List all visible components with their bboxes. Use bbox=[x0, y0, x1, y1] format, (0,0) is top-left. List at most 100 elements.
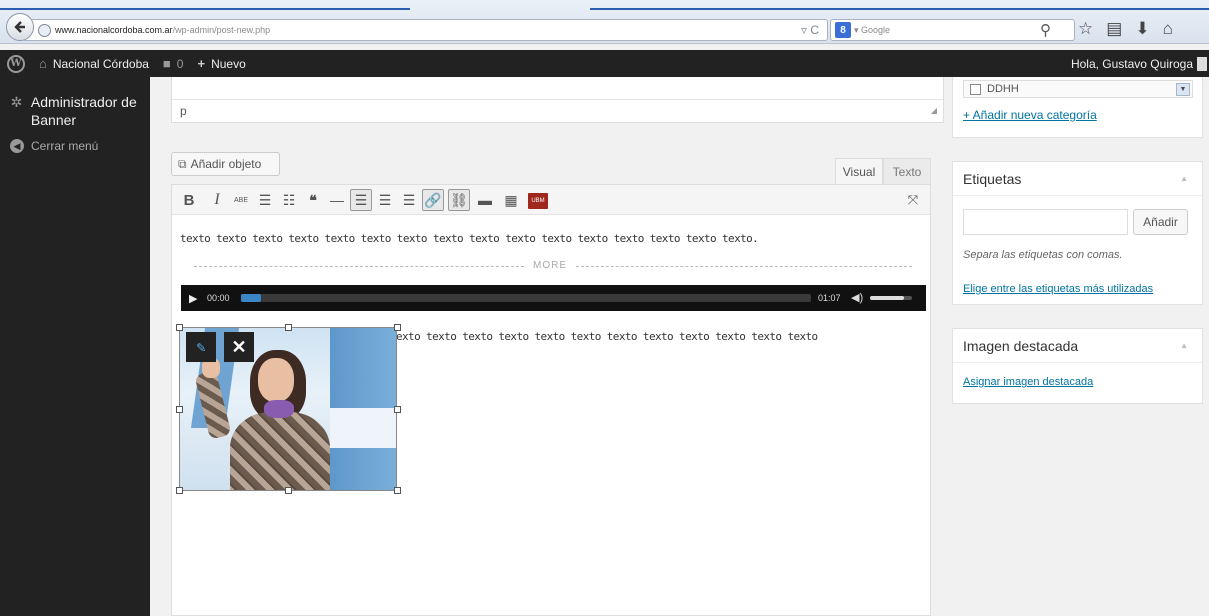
collapse-menu-label: Cerrar menú bbox=[31, 139, 99, 153]
url-bar[interactable]: www.nacionalcordoba.com.ar/wp-admin/post… bbox=[24, 19, 828, 41]
fullscreen-button[interactable]: ⤧ bbox=[902, 189, 924, 211]
ubm-plugin-button[interactable]: UBM bbox=[528, 193, 548, 209]
resize-handle-sw[interactable] bbox=[176, 487, 183, 494]
reload-icon[interactable]: ▿ C bbox=[801, 23, 819, 37]
new-label: Nuevo bbox=[211, 56, 246, 71]
image-person-scarf bbox=[264, 400, 294, 418]
url-path: /wp-admin/post-new.php bbox=[172, 25, 271, 35]
add-media-label: Añadir objeto bbox=[190, 157, 262, 171]
star-icon[interactable]: ☆ bbox=[1078, 19, 1093, 39]
pencil-icon: ✎ bbox=[196, 338, 206, 356]
search-engine-logo-icon[interactable]: 8 bbox=[835, 22, 851, 38]
excerpt-textarea[interactable]: p ◢ bbox=[172, 99, 943, 121]
resize-handle-se[interactable] bbox=[394, 487, 401, 494]
wp-logo-menu[interactable]: W bbox=[0, 50, 32, 77]
image-flag-stripe bbox=[330, 408, 396, 448]
image-person-coat bbox=[230, 412, 330, 490]
browser-nav-icons: ☆ ▤ ⬇ ⌂ bbox=[1078, 19, 1173, 39]
gear-icon: ✲ bbox=[10, 94, 23, 110]
tab-text[interactable]: Texto bbox=[883, 158, 931, 184]
tags-box-header[interactable]: Etiquetas ▲ bbox=[953, 162, 1202, 196]
set-featured-image-link[interactable]: Asignar imagen destacada bbox=[963, 376, 1093, 388]
download-icon[interactable]: ⬇ bbox=[1135, 19, 1149, 39]
resize-handle-nw[interactable] bbox=[176, 324, 183, 331]
toolbar-toggle-button[interactable]: ▦ bbox=[500, 189, 522, 211]
volume-icon[interactable]: ◀) bbox=[851, 291, 863, 304]
more-separator: MORE bbox=[194, 260, 912, 274]
more-label: MORE bbox=[533, 260, 567, 271]
comment-bubble-icon: ■ bbox=[162, 56, 171, 71]
featured-image-header[interactable]: Imagen destacada ▲ bbox=[953, 329, 1202, 363]
align-center-button[interactable]: ☰ bbox=[374, 189, 396, 211]
audio-player: ▶ 00:00 01:07 ◀) bbox=[181, 285, 926, 311]
excerpt-value: p bbox=[180, 104, 187, 118]
tag-cloud-link[interactable]: Elige entre las etiquetas más utilizadas bbox=[963, 283, 1153, 295]
remove-link-button[interactable]: ⛓ bbox=[448, 189, 470, 211]
resize-handle-icon[interactable]: ◢ bbox=[931, 106, 937, 115]
add-media-button[interactable]: ⧉ Añadir objeto bbox=[171, 152, 280, 176]
featured-image-title: Imagen destacada bbox=[963, 337, 1079, 354]
bold-button[interactable]: B bbox=[178, 189, 200, 211]
sidebar-item-banner-admin[interactable]: ✲ Administrador de Banner bbox=[0, 77, 150, 129]
strikethrough-button[interactable]: ABE bbox=[230, 189, 252, 211]
toggle-arrow-icon[interactable]: ▲ bbox=[1180, 174, 1188, 183]
remove-image-button[interactable]: ✕ bbox=[224, 332, 254, 362]
search-box[interactable]: 8 ▾ Google bbox=[830, 19, 1075, 41]
image-person-face bbox=[258, 358, 294, 402]
align-right-button[interactable]: ☰ bbox=[398, 189, 420, 211]
bullet-list-button[interactable]: ☰ bbox=[254, 189, 276, 211]
bookmarks-icon[interactable]: ▤ bbox=[1106, 19, 1122, 39]
category-list[interactable]: DDHH ▼ bbox=[963, 80, 1193, 98]
resize-handle-n[interactable] bbox=[285, 324, 292, 331]
horizontal-rule-button[interactable]: — bbox=[326, 189, 348, 211]
tab-strip bbox=[0, 8, 1209, 10]
add-tag-button[interactable]: Añadir bbox=[1133, 209, 1188, 235]
audio-duration: 01:07 bbox=[818, 293, 841, 303]
volume-slider[interactable] bbox=[870, 296, 912, 300]
blockquote-button[interactable]: ❝ bbox=[302, 189, 324, 211]
numbered-list-button[interactable]: ☷ bbox=[278, 189, 300, 211]
edit-image-button[interactable]: ✎ bbox=[186, 332, 216, 362]
more-dash-right bbox=[576, 266, 912, 267]
media-icon: ⧉ bbox=[178, 156, 187, 171]
audio-progress-bar[interactable] bbox=[241, 294, 811, 302]
tab-visual[interactable]: Visual bbox=[835, 158, 883, 184]
collapse-menu-button[interactable]: ◀ Cerrar menú bbox=[0, 129, 150, 153]
site-identity-icon[interactable] bbox=[38, 23, 51, 37]
site-name-menu[interactable]: ⌂ Nacional Córdoba bbox=[32, 50, 156, 77]
comments-menu[interactable]: ■ 0 bbox=[156, 50, 191, 77]
account-menu[interactable]: Hola, Gustavo Quiroga bbox=[1071, 50, 1207, 77]
paragraph-text-2: exto texto texto texto texto texto texto… bbox=[396, 330, 818, 343]
home-icon: ⌂ bbox=[39, 56, 47, 71]
collapse-arrow-icon: ◀ bbox=[10, 139, 24, 153]
home-icon[interactable]: ⌂ bbox=[1163, 19, 1173, 39]
italic-button[interactable]: I bbox=[206, 189, 228, 211]
account-greeting: Hola, Gustavo Quiroga bbox=[1070, 56, 1193, 71]
resize-handle-e[interactable] bbox=[394, 406, 401, 413]
category-checkbox[interactable] bbox=[970, 83, 981, 95]
align-left-button[interactable]: ☰ bbox=[350, 189, 372, 211]
back-button[interactable] bbox=[6, 13, 34, 41]
play-icon[interactable]: ▶ bbox=[189, 292, 197, 305]
site-name: Nacional Córdoba bbox=[52, 56, 149, 71]
add-category-link[interactable]: + Añadir nueva categoría bbox=[963, 108, 1097, 122]
read-more-button[interactable]: ▬ bbox=[474, 189, 496, 211]
post-editor: B I ABE ☰ ☷ ❝ — ☰ ☰ ☰ 🔗 ⛓ ▬ ▦ UBM ⤧ text… bbox=[171, 184, 931, 616]
toggle-arrow-icon[interactable]: ▲ bbox=[1180, 341, 1188, 350]
more-dash-left bbox=[194, 266, 524, 267]
featured-image-box: Imagen destacada ▲ Asignar imagen destac… bbox=[952, 328, 1203, 404]
tags-box-title: Etiquetas bbox=[963, 170, 1022, 187]
editor-toolbar: B I ABE ☰ ☷ ❝ — ☰ ☰ ☰ 🔗 ⛓ ▬ ▦ UBM ⤧ bbox=[172, 185, 930, 215]
insert-link-button[interactable]: 🔗 bbox=[422, 189, 444, 211]
chevron-down-icon[interactable]: ▼ bbox=[1176, 83, 1190, 96]
editor-content[interactable]: texto texto texto texto texto texto text… bbox=[172, 216, 930, 616]
new-content-menu[interactable]: + Nuevo bbox=[190, 50, 252, 77]
tab-strip-line-right bbox=[590, 8, 1209, 10]
resize-handle-w[interactable] bbox=[176, 406, 183, 413]
resize-handle-s[interactable] bbox=[285, 487, 292, 494]
search-icon[interactable]: ⚲ bbox=[1040, 21, 1051, 39]
resize-handle-ne[interactable] bbox=[394, 324, 401, 331]
wordpress-logo-icon: W bbox=[7, 54, 25, 73]
tag-input[interactable] bbox=[963, 209, 1128, 235]
category-label: DDHH bbox=[987, 83, 1019, 95]
